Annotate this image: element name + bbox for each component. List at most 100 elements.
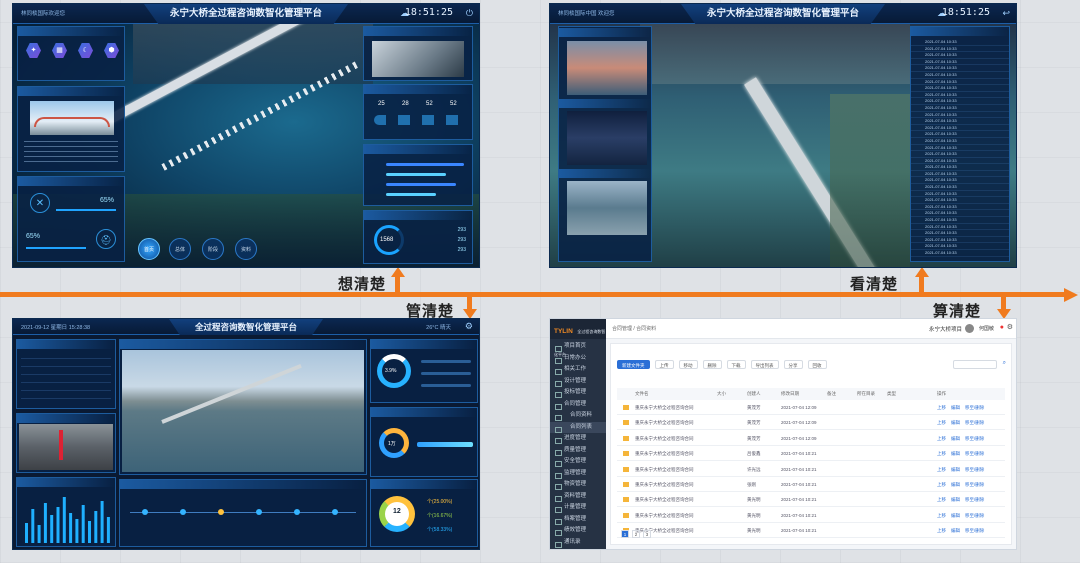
page-button[interactable]: 2 xyxy=(632,530,640,538)
record-row[interactable]: 2021-07-04 10:33 xyxy=(911,197,1009,204)
toolbar-button[interactable]: 分享 xyxy=(783,360,803,369)
record-row[interactable]: 2021-07-04 10:33 xyxy=(911,158,1009,165)
row-action-link[interactable]: 编辑 xyxy=(951,431,960,446)
row-action-link[interactable]: 编辑 xyxy=(951,446,960,461)
sidebar-item[interactable]: 质量管理 xyxy=(550,445,606,457)
sidebar-item[interactable]: 档案管理 xyxy=(550,514,606,526)
sidebar-item[interactable]: 监理管理 xyxy=(550,468,606,480)
table-row[interactable]: 重庆永宁大桥全过程咨询合同 黄茂芳 2021-07-04 12:09 上移 编辑 移至/删… xyxy=(617,415,1005,431)
column-header[interactable]: 类型 xyxy=(887,388,896,400)
row-action-link[interactable]: 上移 xyxy=(937,523,946,538)
record-row[interactable]: 2021-07-04 10:33 xyxy=(911,138,1009,145)
record-row[interactable]: 2021-07-04 10:33 xyxy=(911,79,1009,86)
record-row[interactable]: 2021-07-04 10:33 xyxy=(911,105,1009,112)
hexagon-icon[interactable]: ⬢ xyxy=(104,43,119,58)
record-row[interactable]: 2021-07-04 10:33 xyxy=(911,131,1009,138)
search-input[interactable] xyxy=(953,360,997,369)
row-action-link[interactable]: 上移 xyxy=(937,462,946,477)
table-row[interactable]: 重庆永宁大桥全过程咨询合同 黄光明 2021-07-04 10:21 上移 编辑 移至/删… xyxy=(617,508,1005,523)
row-action-link[interactable]: 移至/删除 xyxy=(965,446,984,461)
row-action-link[interactable]: 上移 xyxy=(937,477,946,492)
record-row[interactable]: 2021-07-04 10:33 xyxy=(911,164,1009,171)
table-row[interactable]: 重庆永宁大桥全过程咨询合同 吕俊鑫 2021-07-04 10:21 上移 编辑 移至/删… xyxy=(617,446,1005,462)
row-action-link[interactable]: 上移 xyxy=(937,415,946,430)
row-action-link[interactable]: 上移 xyxy=(937,446,946,461)
twitter-icon[interactable]: ✦ xyxy=(26,43,41,58)
row-action-link[interactable]: 编辑 xyxy=(951,477,960,492)
record-row[interactable]: 2021-07-04 10:33 xyxy=(911,217,1009,224)
row-action-link[interactable]: 移至/删除 xyxy=(965,415,984,430)
sidebar-item[interactable]: 计量管理 xyxy=(550,502,606,514)
bell-icon[interactable]: ● xyxy=(1000,324,1004,331)
row-action-link[interactable]: 上移 xyxy=(937,492,946,507)
photo-sunset-bridge[interactable] xyxy=(567,41,647,95)
power-icon[interactable]: ⏻ xyxy=(466,8,473,19)
column-header[interactable]: 大小 xyxy=(717,388,726,400)
toolbar-button[interactable]: 删除 xyxy=(702,360,722,369)
sidebar-item[interactable]: 通讯录 xyxy=(550,537,606,549)
nav-button-overall[interactable]: 总体 xyxy=(169,238,191,260)
record-row[interactable]: 2021-07-04 10:33 xyxy=(911,145,1009,152)
sidebar-item[interactable]: 设计管理 xyxy=(550,376,606,388)
record-row[interactable]: 2021-07-04 10:33 xyxy=(911,151,1009,158)
sidebar-item[interactable]: 日常办公 xyxy=(550,353,606,365)
record-row[interactable]: 2021-07-04 10:33 xyxy=(911,230,1009,237)
sidebar-item[interactable]: 相关工作 xyxy=(550,364,606,376)
sidebar-item[interactable]: 物资管理 xyxy=(550,479,606,491)
avatar[interactable] xyxy=(965,324,974,333)
column-header[interactable]: 文件名 xyxy=(635,388,649,400)
settings-icon[interactable]: ⚙ xyxy=(465,321,473,332)
toolbar-button[interactable]: 新建文件夹 xyxy=(617,360,650,369)
sidebar-item[interactable]: 合同资料 xyxy=(550,410,606,422)
gear-icon[interactable]: ⚙ xyxy=(1007,323,1013,331)
record-row[interactable]: 2021-07-04 10:33 xyxy=(911,171,1009,178)
table-row[interactable]: 重庆永宁大桥全过程咨询合同 黄光明 2021-07-04 10:21 上移 编辑 移至/删… xyxy=(617,492,1005,508)
camera-feed[interactable] xyxy=(19,424,113,470)
sidebar-item[interactable]: 资料管理 xyxy=(550,491,606,503)
sidebar-item[interactable]: 进度管理 xyxy=(550,433,606,445)
photo-night-bridge[interactable] xyxy=(567,111,647,165)
video-frame[interactable] xyxy=(372,41,464,77)
toolbar-button[interactable]: 移动 xyxy=(678,360,698,369)
record-row[interactable]: 2021-07-04 10:33 xyxy=(911,52,1009,59)
sidebar-item[interactable]: 项目首页 xyxy=(550,341,606,353)
row-action-link[interactable]: 上移 xyxy=(937,400,946,415)
row-action-link[interactable]: 移至/删除 xyxy=(965,523,984,538)
column-header[interactable]: 操作 xyxy=(937,388,946,400)
record-row[interactable]: 2021-07-04 10:33 xyxy=(911,46,1009,53)
row-action-link[interactable]: 编辑 xyxy=(951,462,960,477)
toolbar-button[interactable]: 上传 xyxy=(654,360,674,369)
record-row[interactable]: 2021-07-04 10:33 xyxy=(911,237,1009,244)
record-row[interactable]: 2021-07-04 10:33 xyxy=(911,59,1009,66)
nav-button-stage[interactable]: 阶段 xyxy=(202,238,224,260)
page-button[interactable]: 1 xyxy=(621,530,629,538)
toolbar-button[interactable]: 回收 xyxy=(807,360,827,369)
toolbar-button[interactable]: 导出列表 xyxy=(750,360,779,369)
sidebar-item[interactable]: 投标管理 xyxy=(550,387,606,399)
record-row[interactable]: 2021-07-04 10:33 xyxy=(911,85,1009,92)
back-icon[interactable]: ↩ xyxy=(1002,8,1010,19)
row-action-link[interactable]: 移至/删除 xyxy=(965,462,984,477)
record-row[interactable]: 2021-07-04 10:33 xyxy=(911,224,1009,231)
table-row[interactable]: 重庆永宁大桥全过程咨询合同 黄光明 2021-07-04 10:21 上移 编辑 移至/删… xyxy=(617,523,1005,539)
record-row[interactable]: 2021-07-04 10:33 xyxy=(911,125,1009,132)
nav-button-docs[interactable]: 资料 xyxy=(235,238,257,260)
record-row[interactable]: 2021-07-04 10:33 xyxy=(911,39,1009,46)
sidebar-item[interactable]: 合同管理 xyxy=(550,399,606,411)
table-row[interactable]: 重庆永宁大桥全过程咨询合同 黄茂芳 2021-07-04 12:09 上移 编辑 移至/删… xyxy=(617,431,1005,446)
column-header[interactable]: 所在目录 xyxy=(857,388,875,400)
project-selector[interactable]: 永宁大桥项目 xyxy=(929,325,962,333)
search-icon[interactable]: ⌕ xyxy=(1003,360,1006,367)
row-action-link[interactable]: 编辑 xyxy=(951,508,960,523)
record-row[interactable]: 2021-07-04 10:33 xyxy=(911,210,1009,218)
record-row[interactable]: 2021-07-04 10:33 xyxy=(911,65,1009,72)
sidebar-item[interactable]: 绩效管理 xyxy=(550,525,606,537)
column-header[interactable]: 创建人 xyxy=(747,388,761,400)
row-action-link[interactable]: 编辑 xyxy=(951,492,960,507)
column-header[interactable]: 修改日期 xyxy=(781,388,799,400)
toolbar-button[interactable]: 下载 xyxy=(726,360,746,369)
record-row[interactable]: 2021-07-04 10:33 xyxy=(911,191,1009,198)
record-row[interactable]: 2021-07-04 10:33 xyxy=(911,118,1009,125)
table-row[interactable]: 重庆永宁大桥全过程咨询合同 许光远 2021-07-04 10:21 上移 编辑 移至/删… xyxy=(617,462,1005,477)
record-row[interactable]: 2021-07-04 10:33 xyxy=(911,98,1009,105)
